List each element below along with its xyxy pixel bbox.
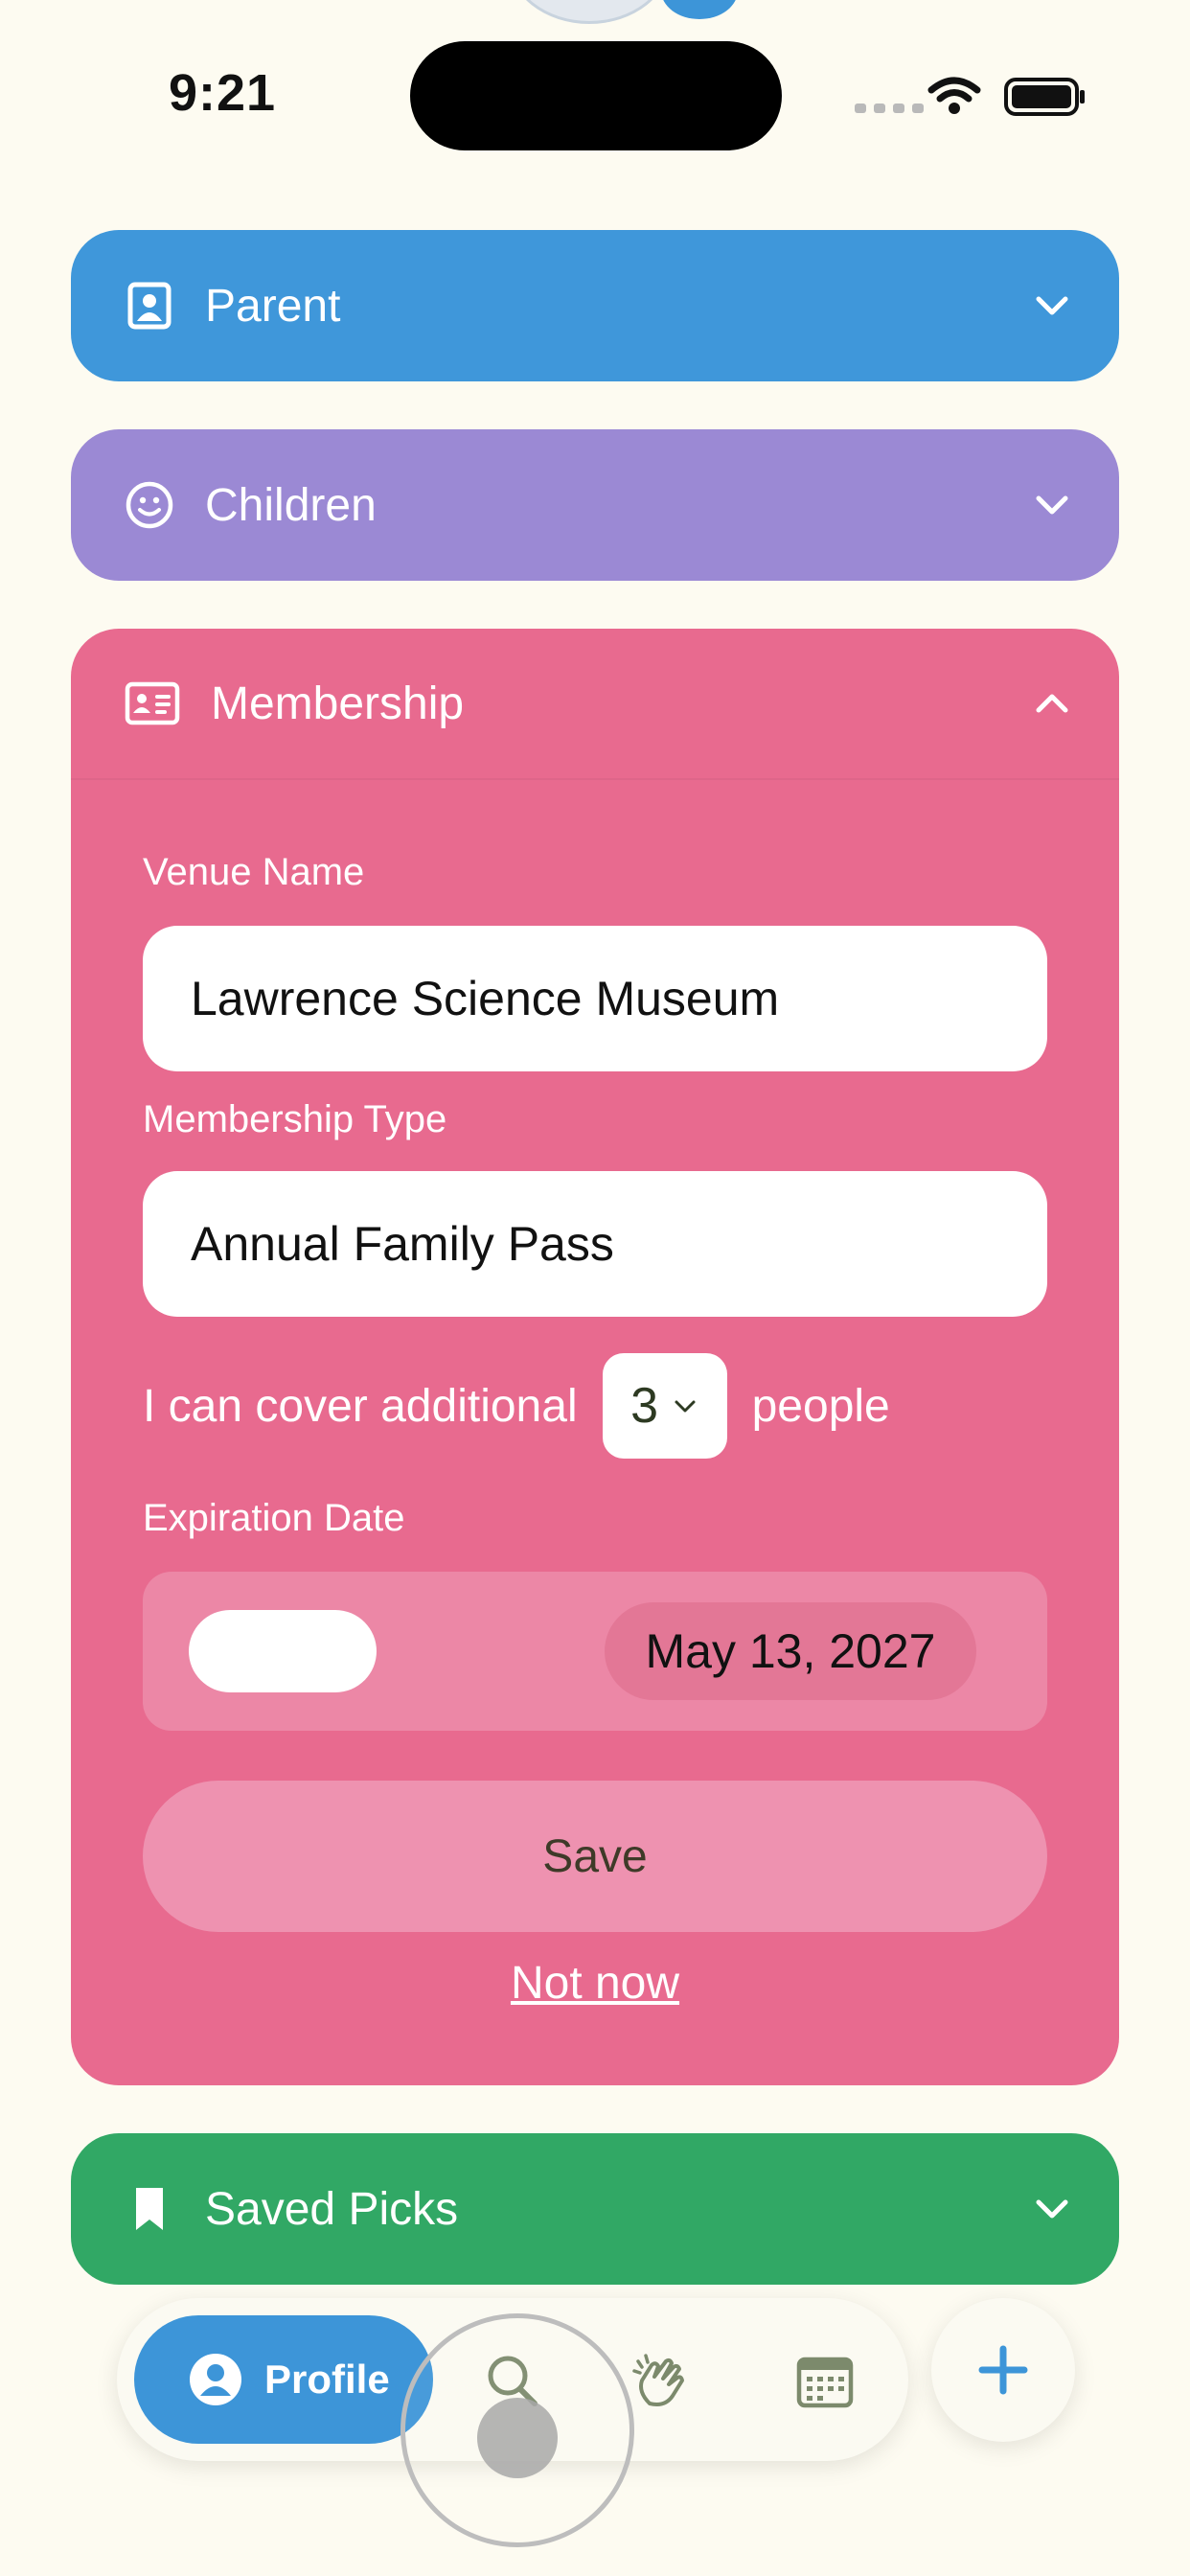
calendar-icon[interactable] [791,2348,858,2415]
id-card-icon [125,681,180,725]
chevron-down-icon[interactable] [1031,484,1073,526]
dynamic-island [410,41,782,150]
parent-header[interactable]: Parent [71,230,1119,381]
clapping-hands-icon[interactable] [629,2348,696,2415]
venue-name-field[interactable]: Lawrence Science Museum [143,926,1047,1071]
parent-title: Parent [205,280,341,332]
profile-avatar [508,0,671,24]
children-header[interactable]: Children [71,429,1119,581]
chevron-down-icon [675,1400,696,1413]
wifi-icon [927,77,981,114]
membership-type-field[interactable]: Annual Family Pass [143,1171,1047,1317]
contact-card-icon [127,282,172,330]
parent-section[interactable]: Parent [71,230,1119,381]
venue-name-label: Venue Name [143,851,365,893]
cellular-signal-icon [855,104,924,113]
avatar-badge [661,0,738,19]
save-button[interactable]: Save [143,1781,1047,1932]
chevron-down-icon[interactable] [1031,285,1073,327]
plus-icon [978,2345,1028,2395]
cover-suffix-text: people [751,1380,890,1432]
children-title: Children [205,479,377,531]
tab-profile[interactable]: Profile [134,2315,433,2444]
chevron-up-icon[interactable] [1031,682,1073,724]
membership-type-label: Membership Type [143,1098,447,1140]
not-now-link[interactable]: Not now [71,1957,1119,2010]
person-circle-icon [190,2354,241,2405]
chevron-down-icon[interactable] [1031,2188,1073,2230]
saved-picks-header[interactable]: Saved Picks [71,2133,1119,2285]
expiration-date-label: Expiration Date [143,1497,405,1539]
bookmark-icon [136,2188,163,2230]
membership-title: Membership [211,678,465,729]
children-section[interactable]: Children [71,429,1119,581]
cover-additional-row: I can cover additional 3 people [143,1353,890,1459]
additional-people-value: 3 [630,1378,659,1434]
touch-indicator-dot [477,2398,558,2478]
status-time: 9:21 [169,64,277,122]
expiration-date-row: May 13, 2027 [143,1572,1047,1731]
add-button[interactable] [931,2298,1075,2442]
tab-profile-label: Profile [264,2357,390,2402]
cover-prefix-text: I can cover additional [143,1380,578,1432]
battery-icon [1004,78,1085,116]
smiley-face-icon [126,481,173,529]
saved-picks-section[interactable]: Saved Picks [71,2133,1119,2285]
expiration-date-picker[interactable]: May 13, 2027 [605,1602,976,1700]
expiration-toggle[interactable] [189,1610,377,1692]
additional-people-picker[interactable]: 3 [602,1353,727,1459]
membership-section: Membership Venue Name Lawrence Science M… [71,629,1119,2085]
membership-header[interactable]: Membership [71,629,1119,780]
saved-picks-title: Saved Picks [205,2183,459,2235]
